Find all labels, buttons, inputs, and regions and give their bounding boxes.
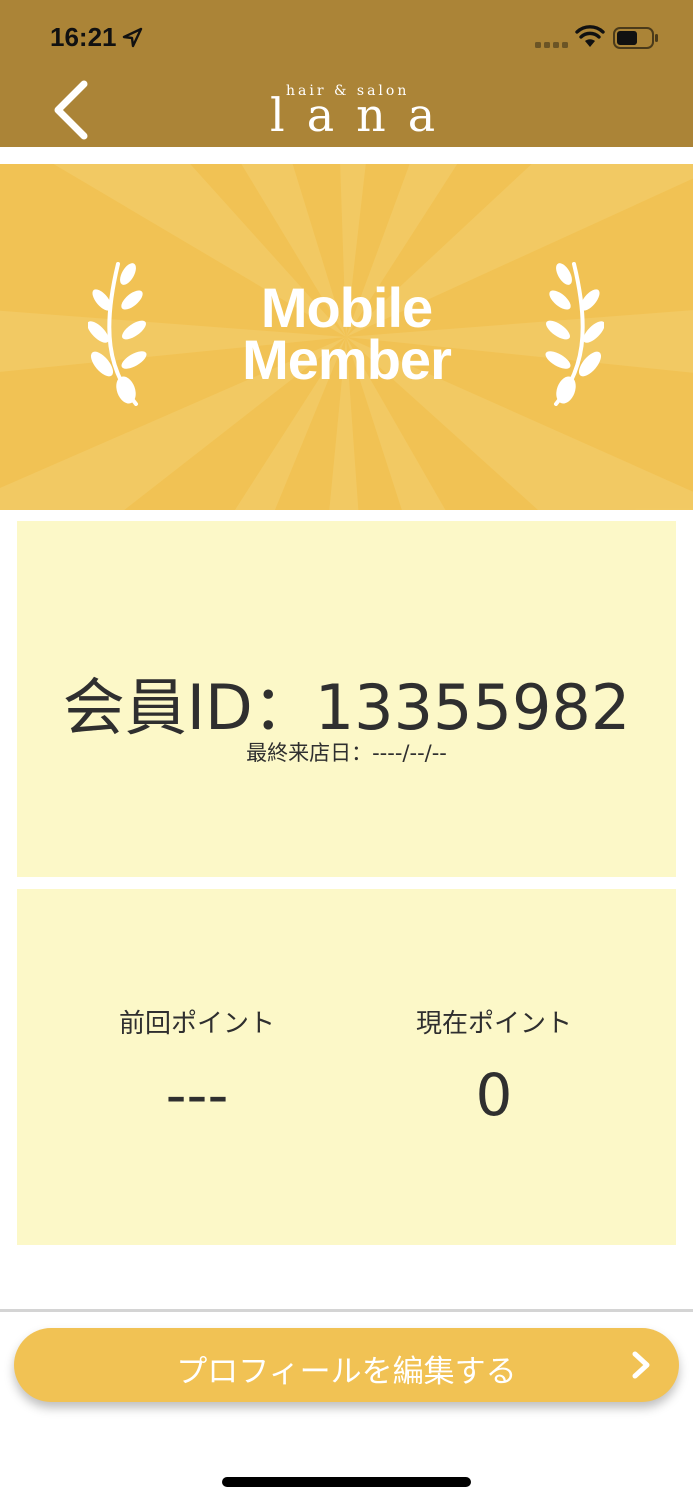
home-indicator[interactable]	[222, 1477, 471, 1487]
last-visit-date: 最終来店日：----/--/--	[246, 741, 447, 765]
divider	[0, 1309, 693, 1312]
laurel-icon	[545, 262, 604, 406]
previous-points-label: 前回ポイント	[118, 1009, 275, 1039]
signal-icon	[535, 42, 568, 48]
location-arrow-icon	[122, 27, 143, 48]
logo-title: lana	[270, 88, 458, 142]
member-id: 会員ID：13355982	[62, 671, 631, 744]
back-button[interactable]	[50, 78, 96, 142]
edit-profile-label: プロフィールを編集する	[176, 1354, 517, 1390]
battery-icon	[613, 27, 658, 49]
status-time: 16:21	[50, 22, 117, 52]
current-points-label: 現在ポイント	[415, 1009, 572, 1039]
previous-points-value: ---	[165, 1061, 229, 1129]
member-banner: Mobile Member	[0, 164, 693, 510]
wifi-icon	[575, 25, 605, 47]
current-points-value: 0	[475, 1061, 513, 1129]
points-card: 前回ポイント --- 現在ポイント 0	[17, 889, 676, 1245]
top-bar: 16:21 hair & salon lana	[0, 0, 693, 147]
salon-logo: hair & salon lana	[262, 80, 435, 142]
member-id-card: 会員ID：13355982 最終来店日：----/--/--	[17, 521, 676, 877]
chevron-right-icon	[632, 1351, 650, 1379]
edit-profile-button[interactable]: プロフィールを編集する	[14, 1328, 679, 1402]
